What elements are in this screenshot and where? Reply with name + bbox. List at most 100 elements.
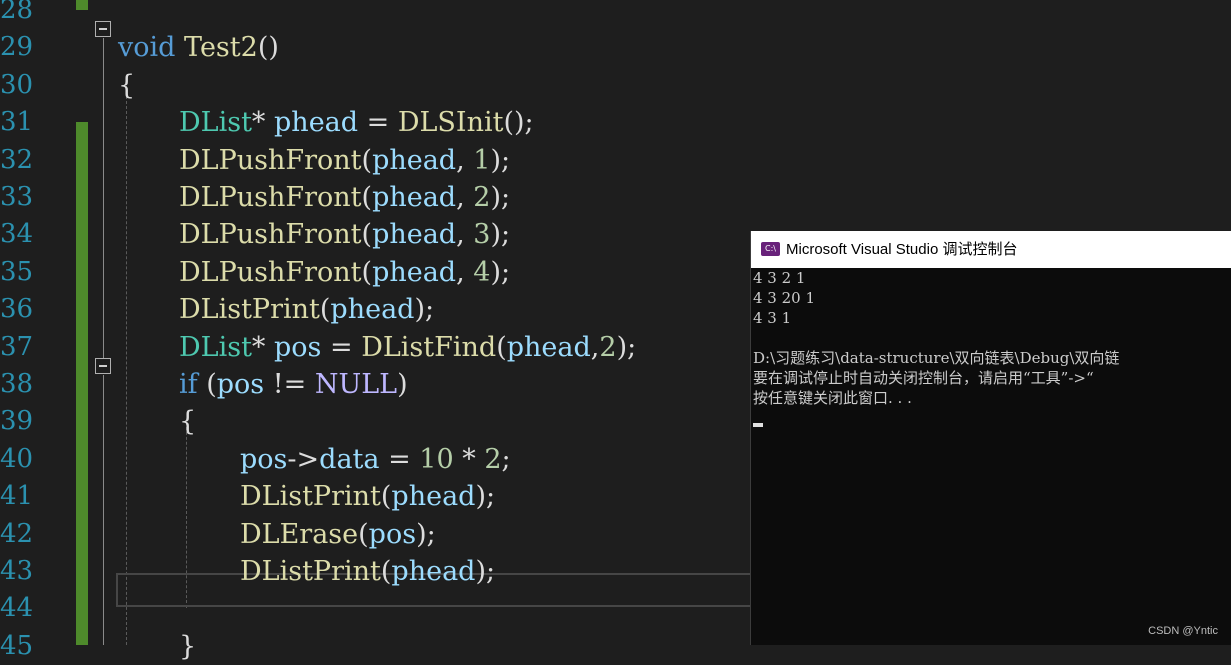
code-token: { [118,69,136,101]
code-line[interactable]: } [179,628,196,665]
code-token: (); [503,107,534,139]
code-token: phead [372,219,457,251]
console-output-line: 4 3 20 1 [753,289,816,307]
code-token: ); [416,518,436,550]
line-number: 36 [0,294,34,325]
code-token: , [456,256,474,288]
line-number: 43 [0,556,34,586]
line-number: 30 [0,69,34,100]
code-token: NULL [314,369,398,400]
code-token: ( [319,294,331,326]
code-token: DListPrint [179,294,320,326]
code-token: data [319,443,380,475]
outline-line [103,38,104,358]
code-token: DLErase [240,518,359,550]
code-line[interactable]: { [179,403,196,440]
change-indicator [76,122,88,645]
code-token: ); [475,481,496,513]
code-token: , [456,144,474,176]
line-number: 31 [0,107,34,138]
code-token: 2 [473,182,491,213]
vs-console-icon: C:\ [761,242,780,256]
line-number: 37 [0,331,34,362]
code-token: phead [372,144,457,176]
line-number: 45 [0,630,34,661]
code-token: DListPrint [240,556,381,587]
line-number: 39 [0,406,34,437]
watermark: CSDN @Yntic [1148,625,1218,637]
code-token: ); [616,331,637,363]
code-token: DLPushFront [179,256,362,288]
collapse-toggle-icon[interactable] [95,21,111,37]
code-token: ); [490,182,511,213]
console-output-line: D:\习题练习\data-structure\双向链表\Debug\双向链 [753,349,1120,367]
code-token: ( [496,331,507,363]
code-token: = [379,443,420,475]
code-line[interactable]: DLPushFront(phead, 1); [179,142,510,179]
code-token: phead [506,331,591,363]
code-line[interactable]: if (pos != NULL) [179,366,408,403]
code-token: * [251,107,275,139]
code-line[interactable]: DList* phead = DLSInit(); [179,104,534,141]
code-line[interactable]: DListPrint(phead); [240,478,495,515]
code-token: ; [501,443,511,475]
code-token: pos [368,518,417,550]
code-token: DLPushFront [179,182,362,213]
line-number: 40 [0,443,34,474]
outline-line [103,375,104,645]
line-number: 32 [0,144,34,175]
code-line[interactable]: DListPrint(phead); [240,553,495,590]
code-token: Test2 [184,32,258,64]
code-token: 2 [599,331,617,363]
line-number: 41 [0,481,34,512]
code-token: * [251,331,275,363]
code-token: 10 [419,443,454,475]
code-token: DList [179,331,252,363]
code-line[interactable]: DListPrint(phead); [179,291,434,328]
code-token: ( [380,481,392,513]
console-output-line: 4 3 2 1 [753,269,806,287]
code-token: ); [490,144,511,176]
code-token: ); [414,294,435,326]
code-token: ( [361,219,373,251]
code-token: 2 [484,443,502,475]
code-line[interactable]: void Test2() [118,29,279,66]
code-token: 1 [473,144,491,176]
code-line[interactable]: DLPushFront(phead, 2); [179,179,510,216]
code-token: DLPushFront [179,219,362,251]
code-token: { [179,406,197,438]
console-output: 4 3 2 1 4 3 20 1 4 3 1 D:\习题练习\data-structu… [753,268,1231,408]
code-token: pos [216,369,265,400]
code-token: != [264,369,315,400]
console-titlebar[interactable]: C:\ Microsoft Visual Studio 调试控制台 [751,231,1231,268]
console-output-line: 要在调试停止时自动关闭控制台，请启用“工具”->“ [753,369,1094,387]
code-token: } [179,630,197,662]
code-token: 3 [473,219,491,251]
code-line[interactable]: pos->data = 10 * 2; [240,441,511,478]
debug-console-window[interactable]: C:\ Microsoft Visual Studio 调试控制台 4 3 2 … [750,231,1231,645]
code-token: -> [287,443,320,475]
line-number: 38 [0,369,34,399]
code-token: , [456,219,474,251]
code-line[interactable]: DList* pos = DListFind(phead,2); [179,329,636,366]
code-token: phead [391,481,476,513]
code-token: * [453,443,485,475]
code-line[interactable]: DLPushFront(phead, 4); [179,254,510,291]
code-token: pos [240,443,288,475]
code-token: ( [361,144,373,176]
code-token: = [321,331,362,363]
code-token: pos [274,331,322,363]
console-cursor [753,423,763,427]
code-token: ); [490,256,511,288]
code-token: ( [361,256,373,288]
code-token: phead [391,556,476,587]
code-line[interactable]: DLPushFront(phead, 3); [179,216,510,253]
code-token: = [358,107,398,139]
code-token: phead [330,294,415,326]
code-line[interactable]: { [118,67,135,104]
line-number: 35 [0,256,34,287]
code-token: ); [475,556,496,587]
code-line[interactable]: DLErase(pos); [240,516,436,553]
collapse-toggle-icon[interactable] [95,358,111,374]
